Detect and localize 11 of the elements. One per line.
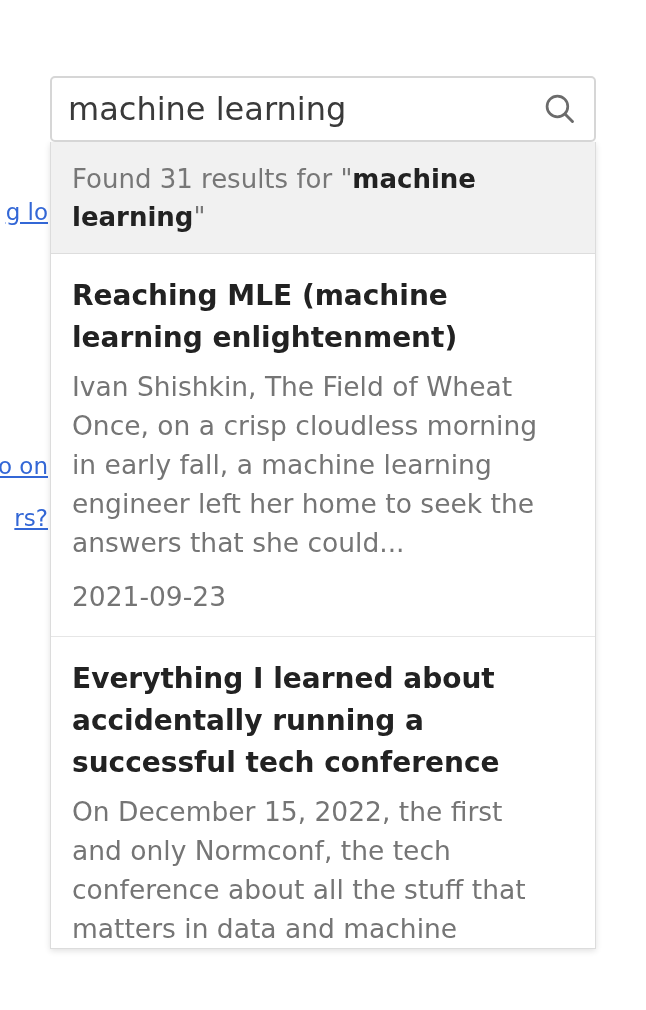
result-title[interactable]: Everything I learned about accidentally running a successful tech conference	[72, 658, 545, 784]
results-summary: Found 31 results for "machine learning"	[51, 142, 595, 254]
article-link[interactable]: o on	[0, 451, 48, 481]
search-icon[interactable]	[545, 94, 574, 123]
result-snippet: Ivan Shishkin, The Field of Wheat Once, on a crisp cloudless morning in early fall, a machine learning engineer left her home to seek the answers that she could...	[72, 370, 539, 560]
result-title[interactable]: Reaching MLE (machine learning enlightenment)	[72, 275, 545, 359]
search-field[interactable]: machine learning	[50, 76, 596, 142]
article-link[interactable]: g lo	[5, 197, 48, 227]
article-link[interactable]: rs?	[14, 503, 48, 533]
result-date: 2021-09-23	[72, 580, 227, 614]
result-snippet: On December 15, 2022, the first and only Normconf, the tech conference about all the stuff that matters in data and machine	[72, 795, 527, 946]
